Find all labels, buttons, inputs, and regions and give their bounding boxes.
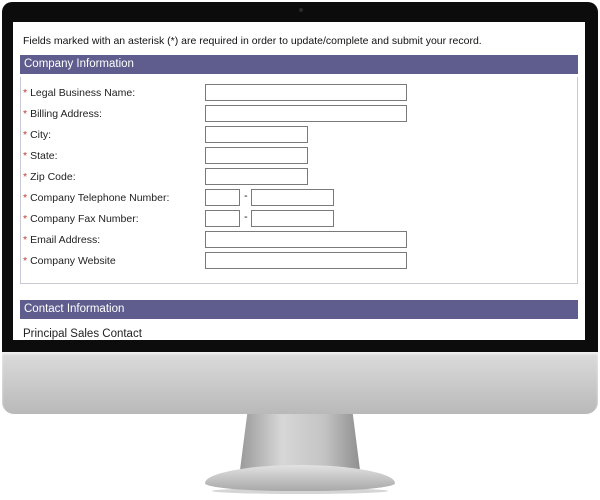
- company-website-row: * Company Website: [13, 252, 585, 272]
- legal-business-name-row: * Legal Business Name:: [13, 84, 585, 104]
- required-fields-note: Fields marked with an asterisk (*) are r…: [23, 35, 482, 47]
- state-label-text: State:: [30, 150, 58, 162]
- zip-code-row: * Zip Code:: [13, 168, 585, 188]
- zip-code-input[interactable]: [205, 168, 308, 185]
- fax-number-input[interactable]: [251, 210, 334, 227]
- company-website-label: * Company Website: [23, 255, 116, 267]
- monitor-stand-neck: [240, 414, 360, 470]
- principal-sales-contact-heading: Principal Sales Contact: [23, 328, 142, 340]
- company-information-header: Company Information: [20, 55, 578, 74]
- fax-area-code-input[interactable]: [205, 210, 240, 227]
- legal-business-name-input[interactable]: [205, 84, 407, 101]
- monitor-chin: [2, 352, 598, 414]
- required-marker: *: [23, 192, 28, 204]
- fax-separator: -: [244, 211, 248, 223]
- city-row: * City:: [13, 126, 585, 146]
- required-marker: *: [23, 171, 28, 183]
- email-address-label-text: Email Address:: [30, 234, 101, 246]
- company-telephone-row: * Company Telephone Number: -: [13, 189, 585, 209]
- telephone-number-input[interactable]: [251, 189, 334, 206]
- state-input[interactable]: [205, 147, 308, 164]
- email-address-label: * Email Address:: [23, 234, 100, 246]
- required-marker: *: [23, 150, 28, 162]
- contact-information-header: Contact Information: [20, 300, 578, 319]
- state-row: * State:: [13, 147, 585, 167]
- required-marker: *: [23, 255, 28, 267]
- billing-address-label-text: Billing Address:: [30, 108, 102, 120]
- required-marker: *: [23, 234, 28, 246]
- company-telephone-label-text: Company Telephone Number:: [30, 192, 170, 204]
- company-website-label-text: Company Website: [30, 255, 116, 267]
- legal-business-name-label-text: Legal Business Name:: [30, 87, 136, 99]
- company-fax-label-text: Company Fax Number:: [30, 213, 139, 225]
- company-fax-row: * Company Fax Number: -: [13, 210, 585, 230]
- company-fax-label: * Company Fax Number:: [23, 213, 139, 225]
- screen: Fields marked with an asterisk (*) are r…: [13, 22, 585, 340]
- email-address-row: * Email Address:: [13, 231, 585, 251]
- camera-icon: [299, 8, 303, 12]
- email-address-input[interactable]: [205, 231, 407, 248]
- required-marker: *: [23, 129, 28, 141]
- billing-address-input[interactable]: [205, 105, 407, 122]
- monitor-stand-base: [205, 465, 395, 491]
- legal-business-name-label: * Legal Business Name:: [23, 87, 135, 99]
- billing-address-row: * Billing Address:: [13, 105, 585, 125]
- state-label: * State:: [23, 150, 58, 162]
- required-marker: *: [23, 108, 28, 120]
- telephone-separator: -: [244, 190, 248, 202]
- billing-address-label: * Billing Address:: [23, 108, 102, 120]
- city-input[interactable]: [205, 126, 308, 143]
- zip-code-label-text: Zip Code:: [30, 171, 76, 183]
- zip-code-label: * Zip Code:: [23, 171, 76, 183]
- required-marker: *: [23, 87, 28, 99]
- telephone-area-code-input[interactable]: [205, 189, 240, 206]
- city-label-text: City:: [30, 129, 52, 141]
- required-marker: *: [23, 213, 28, 225]
- city-label: * City:: [23, 129, 51, 141]
- company-website-input[interactable]: [205, 252, 407, 269]
- company-telephone-label: * Company Telephone Number:: [23, 192, 169, 204]
